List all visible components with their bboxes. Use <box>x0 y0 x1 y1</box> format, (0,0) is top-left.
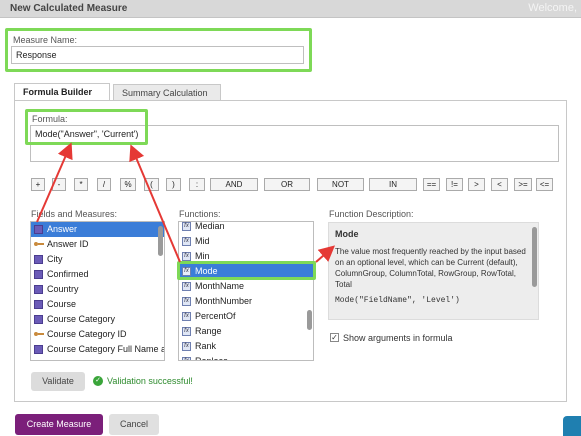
annotation-arrows <box>36 142 336 263</box>
arrow-field-to-formula <box>36 142 73 223</box>
arrow-function-to-description <box>315 245 336 263</box>
arrow-function-to-formula <box>129 144 181 263</box>
